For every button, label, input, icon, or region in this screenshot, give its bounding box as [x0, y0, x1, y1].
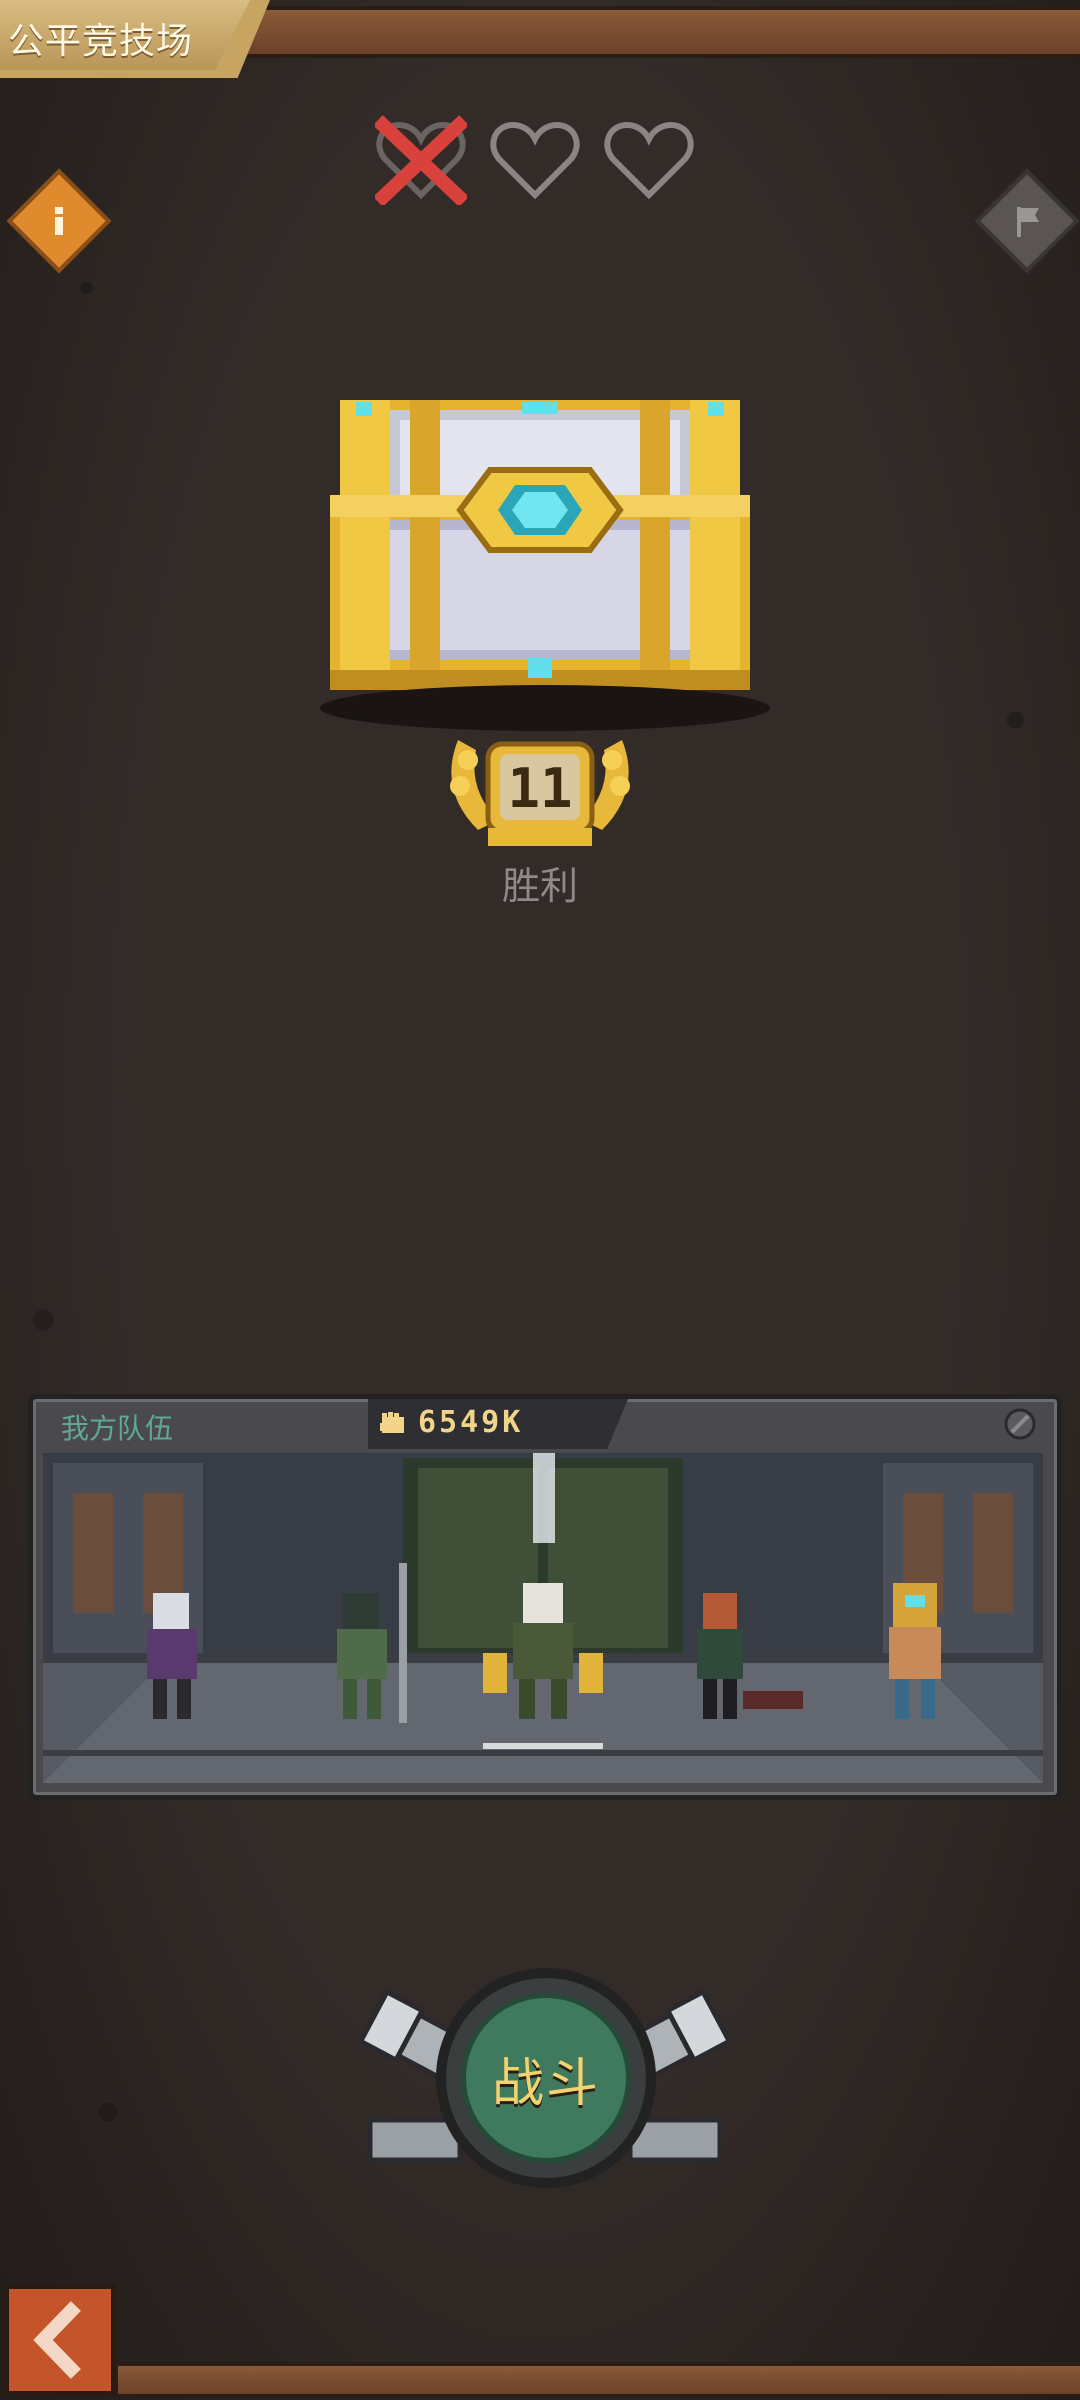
page-title: 公平竞技场: [8, 21, 194, 62]
reward-chest[interactable]: [310, 380, 770, 740]
heart-x-icon: [373, 115, 469, 207]
bottom-bar-strip: [118, 2362, 1080, 2398]
info-icon: [26, 188, 92, 254]
back-button[interactable]: [4, 2284, 116, 2396]
heart-outline-icon: [603, 115, 695, 205]
settings-icon[interactable]: [1003, 1407, 1037, 1441]
battle-button[interactable]: 战斗: [436, 1968, 656, 2188]
team-power-value: 6549K: [418, 1405, 524, 1440]
battle-button-group: 战斗: [350, 1950, 740, 2200]
wins-badge: 11: [428, 720, 652, 860]
team-panel[interactable]: 我方队伍 6549K: [28, 1394, 1062, 1800]
wins-count: 11: [507, 756, 573, 820]
team-label: 我方队伍: [61, 1412, 174, 1445]
top-bar-strip: [200, 6, 1080, 58]
lives-row: [373, 115, 695, 207]
team-scene: [43, 1453, 1043, 1783]
heart-outline-icon: [489, 115, 581, 205]
flag-icon: [994, 188, 1060, 254]
wins-label: 胜利: [501, 864, 578, 908]
team-header: 我方队伍 6549K: [33, 1399, 1057, 1449]
chevron-left-icon: [33, 2301, 81, 2379]
flag-button[interactable]: [974, 168, 1080, 274]
battle-label: 战斗: [461, 1993, 631, 2163]
treasure-chest-icon: [330, 400, 750, 690]
top-bar: 公平竞技场: [0, 0, 1080, 78]
info-button[interactable]: [6, 168, 112, 274]
fist-icon: [380, 1412, 404, 1433]
